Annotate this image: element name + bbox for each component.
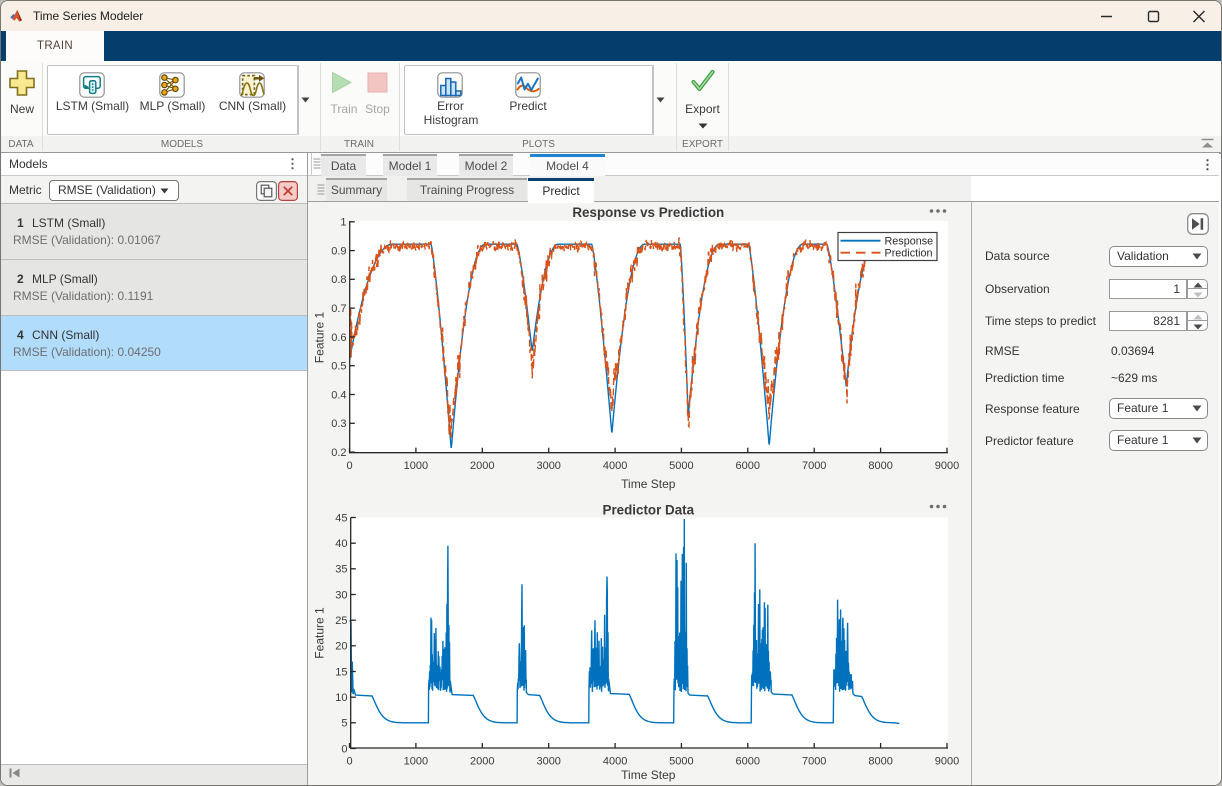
svg-text:8000: 8000	[868, 755, 892, 767]
svg-text:Time Step: Time Step	[621, 768, 676, 782]
svg-text:9000: 9000	[935, 755, 959, 767]
svg-text:0.8: 0.8	[331, 274, 346, 286]
svg-text:25: 25	[335, 615, 347, 627]
svg-text:3000: 3000	[536, 755, 560, 767]
svg-text:0.2: 0.2	[331, 447, 346, 459]
svg-text:Prediction: Prediction	[885, 247, 933, 259]
svg-text:15: 15	[335, 666, 347, 678]
svg-text:0.3: 0.3	[331, 418, 346, 430]
svg-text:Feature 1: Feature 1	[313, 311, 327, 363]
svg-text:5000: 5000	[669, 460, 693, 472]
svg-text:0: 0	[341, 743, 347, 755]
svg-text:10: 10	[335, 692, 347, 704]
svg-text:Predictor Data: Predictor Data	[603, 503, 695, 518]
svg-text:45: 45	[335, 512, 347, 524]
svg-text:0.9: 0.9	[331, 246, 346, 258]
svg-text:0.5: 0.5	[331, 361, 346, 373]
svg-text:Time Step: Time Step	[621, 477, 676, 491]
svg-text:0.4: 0.4	[331, 389, 346, 401]
svg-text:7000: 7000	[802, 755, 826, 767]
svg-text:35: 35	[335, 564, 347, 576]
svg-text:1000: 1000	[404, 755, 428, 767]
svg-text:7000: 7000	[802, 460, 826, 472]
svg-text:5000: 5000	[669, 755, 693, 767]
svg-text:6000: 6000	[736, 755, 760, 767]
svg-text:9000: 9000	[935, 460, 959, 472]
svg-text:2000: 2000	[470, 460, 494, 472]
svg-text:4000: 4000	[603, 460, 627, 472]
svg-text:Response vs Prediction: Response vs Prediction	[572, 205, 724, 220]
svg-text:0.6: 0.6	[331, 332, 346, 344]
svg-text:5: 5	[341, 718, 347, 730]
svg-text:0: 0	[346, 460, 352, 472]
svg-text:4000: 4000	[603, 755, 627, 767]
svg-text:0: 0	[346, 755, 352, 767]
svg-text:2000: 2000	[470, 755, 494, 767]
svg-text:1000: 1000	[404, 460, 428, 472]
svg-text:40: 40	[335, 538, 347, 550]
svg-text:Response: Response	[885, 235, 934, 247]
svg-text:20: 20	[335, 641, 347, 653]
svg-text:1: 1	[340, 217, 346, 229]
svg-text:3000: 3000	[536, 460, 560, 472]
svg-text:8000: 8000	[868, 460, 892, 472]
svg-text:Feature 1: Feature 1	[313, 607, 327, 659]
svg-text:30: 30	[335, 589, 347, 601]
svg-text:6000: 6000	[736, 460, 760, 472]
svg-text:0.7: 0.7	[331, 303, 346, 315]
